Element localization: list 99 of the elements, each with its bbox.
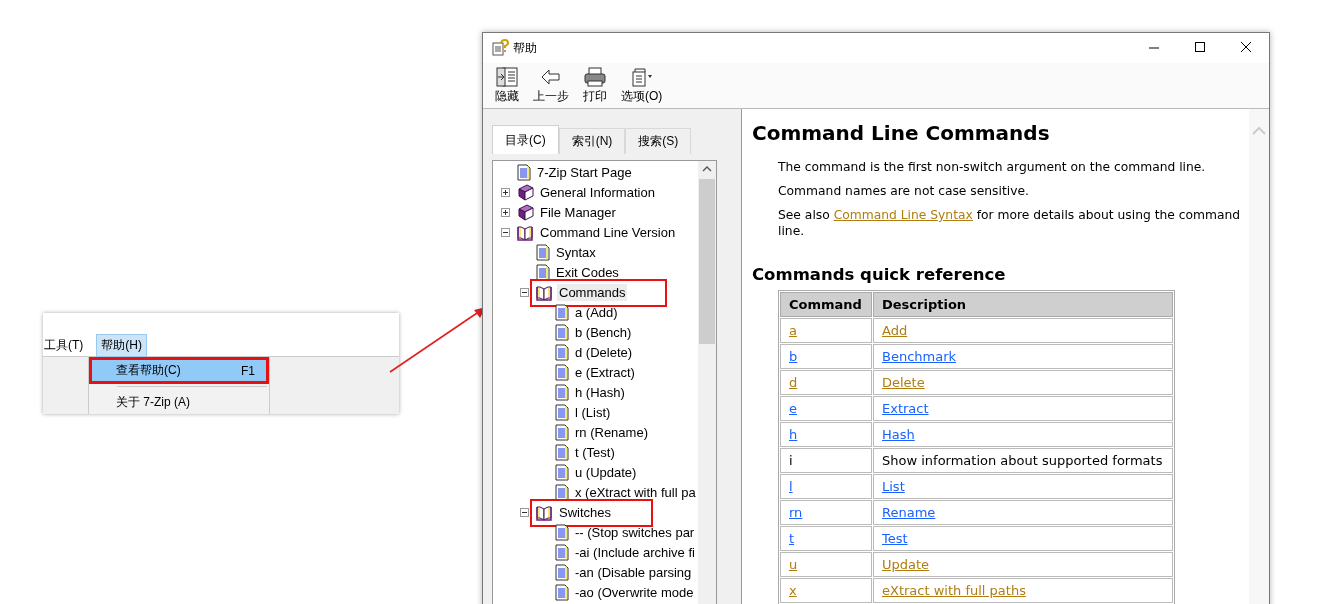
description-link[interactable]: Rename	[882, 505, 936, 520]
command-link[interactable]: b	[789, 349, 798, 364]
collapse-icon[interactable]	[501, 227, 510, 237]
toolbar-button[interactable]: 隐藏	[491, 63, 523, 108]
description-link[interactable]: List	[882, 479, 905, 494]
menu-item[interactable]: 查看帮助(C) F1	[91, 359, 267, 382]
tree-item[interactable]: Commands	[557, 283, 628, 301]
collapse-icon[interactable]	[520, 507, 529, 517]
command-link[interactable]: l	[789, 479, 793, 494]
command-link[interactable]: e	[789, 401, 797, 416]
page-icon	[555, 583, 569, 601]
tab[interactable]: 索引(N)	[558, 128, 626, 154]
description-link[interactable]: Hash	[882, 427, 915, 442]
menu-item[interactable]: 工具(T)	[43, 334, 89, 357]
scrollbar-thumb[interactable]	[699, 179, 715, 344]
command-link[interactable]: a	[789, 323, 797, 338]
tree-item[interactable]: a (Add)	[573, 303, 620, 321]
tree-item[interactable]: Command Line Version	[538, 223, 678, 241]
tree-item[interactable]: rn (Rename)	[573, 423, 650, 441]
menu-item[interactable]: 关于 7-Zip (A)	[91, 391, 267, 414]
paragraph: The command is the first non-switch argument on the command line.	[778, 159, 1207, 175]
tree-item[interactable]: h (Hash)	[573, 383, 627, 401]
page-icon	[555, 323, 569, 341]
tree-item[interactable]: Switches	[557, 503, 614, 521]
command-link[interactable]: h	[789, 427, 798, 442]
tree-item[interactable]: Syntax	[554, 243, 598, 261]
page-icon	[555, 523, 569, 541]
page-icon	[555, 443, 569, 461]
tree-item[interactable]: t (Test)	[573, 443, 617, 461]
page-icon	[555, 463, 569, 481]
page-icon	[555, 403, 569, 421]
tree-item[interactable]: l (List)	[573, 403, 613, 421]
column-header: Description	[873, 292, 1174, 317]
description-link[interactable]: Add	[882, 323, 908, 338]
page-icon	[555, 483, 569, 501]
expand-icon[interactable]	[501, 187, 510, 197]
open-book-icon	[536, 503, 553, 521]
window-title: 帮助	[513, 39, 538, 57]
column-header: Command	[780, 292, 872, 317]
tree-item[interactable]: Exit Codes	[554, 263, 621, 281]
command-link[interactable]: t	[789, 531, 795, 546]
tree-item[interactable]: x (eXtract with full pa	[573, 483, 698, 501]
tree-item[interactable]: -ao (Overwrite mode	[573, 583, 696, 601]
page-icon	[536, 263, 550, 281]
scrollbar[interactable]	[1249, 109, 1269, 604]
open-book-icon	[517, 223, 534, 241]
book-icon	[517, 183, 534, 201]
paragraph: See also Command Line Syntax for more details about using the command line.	[778, 207, 1242, 239]
open-book-icon	[536, 283, 553, 301]
page-icon	[555, 363, 569, 381]
description-link[interactable]: Extract	[882, 401, 929, 416]
toolbar-button[interactable]: 选项(O)	[617, 63, 667, 108]
section-heading: Commands quick reference	[752, 265, 1007, 284]
command-link[interactable]: u	[789, 557, 798, 572]
command-link[interactable]: d	[789, 375, 798, 390]
shortcut-label: F1	[241, 363, 255, 378]
page-icon	[536, 243, 550, 261]
expand-icon[interactable]	[501, 207, 510, 217]
page-icon	[555, 563, 569, 581]
description-link[interactable]: Delete	[882, 375, 925, 390]
tree-item[interactable]: u (Update)	[573, 463, 639, 481]
page-icon	[555, 383, 569, 401]
tree-item[interactable]: File Manager	[538, 203, 618, 221]
toolbar-button[interactable]: 打印	[579, 63, 611, 108]
command-link[interactable]: x	[789, 583, 797, 598]
description-link[interactable]: Update	[882, 557, 930, 572]
description-link[interactable]: Benchmark	[882, 349, 957, 364]
menu-item[interactable]: 帮助(H)	[96, 334, 147, 357]
page-heading: Command Line Commands	[752, 121, 1051, 145]
printer-icon	[583, 66, 607, 88]
document-icon	[629, 66, 654, 88]
tree-item[interactable]: d (Delete)	[573, 343, 635, 361]
description-link[interactable]: eXtract with full paths	[882, 583, 1026, 598]
table-cell: Show information about supported formats	[873, 448, 1174, 473]
tree-item[interactable]: General Information	[538, 183, 657, 201]
toolbar-button[interactable]: 上一步	[529, 63, 573, 108]
tree-item[interactable]: -an (Disable parsing	[573, 563, 694, 581]
tree-item[interactable]: -ai (Include archive fi	[573, 543, 697, 561]
table-cell: i	[780, 448, 872, 473]
page-icon	[555, 343, 569, 361]
help-icon	[491, 39, 509, 57]
page-icon	[555, 303, 569, 321]
tree-item[interactable]: e (Extract)	[573, 363, 637, 381]
scrollbar[interactable]	[698, 161, 716, 604]
tab[interactable]: 目录(C)	[492, 125, 559, 154]
collapse-icon[interactable]	[520, 287, 529, 297]
page-icon	[555, 543, 569, 561]
page-icon	[555, 423, 569, 441]
page-icon	[517, 163, 531, 181]
link[interactable]: Command Line Syntax	[833, 208, 973, 222]
description-link[interactable]: Test	[882, 531, 908, 546]
tab[interactable]: 搜索(S)	[625, 128, 692, 154]
tree-item[interactable]: b (Bench)	[573, 323, 634, 341]
tree-item[interactable]: 7-Zip Start Page	[535, 163, 634, 181]
command-link[interactable]: rn	[789, 505, 803, 520]
panel-icon	[495, 66, 519, 88]
book-icon	[517, 203, 534, 221]
paragraph: Command names are not case sensitive.	[778, 183, 1030, 199]
tree-item[interactable]: -- (Stop switches par	[573, 523, 697, 541]
